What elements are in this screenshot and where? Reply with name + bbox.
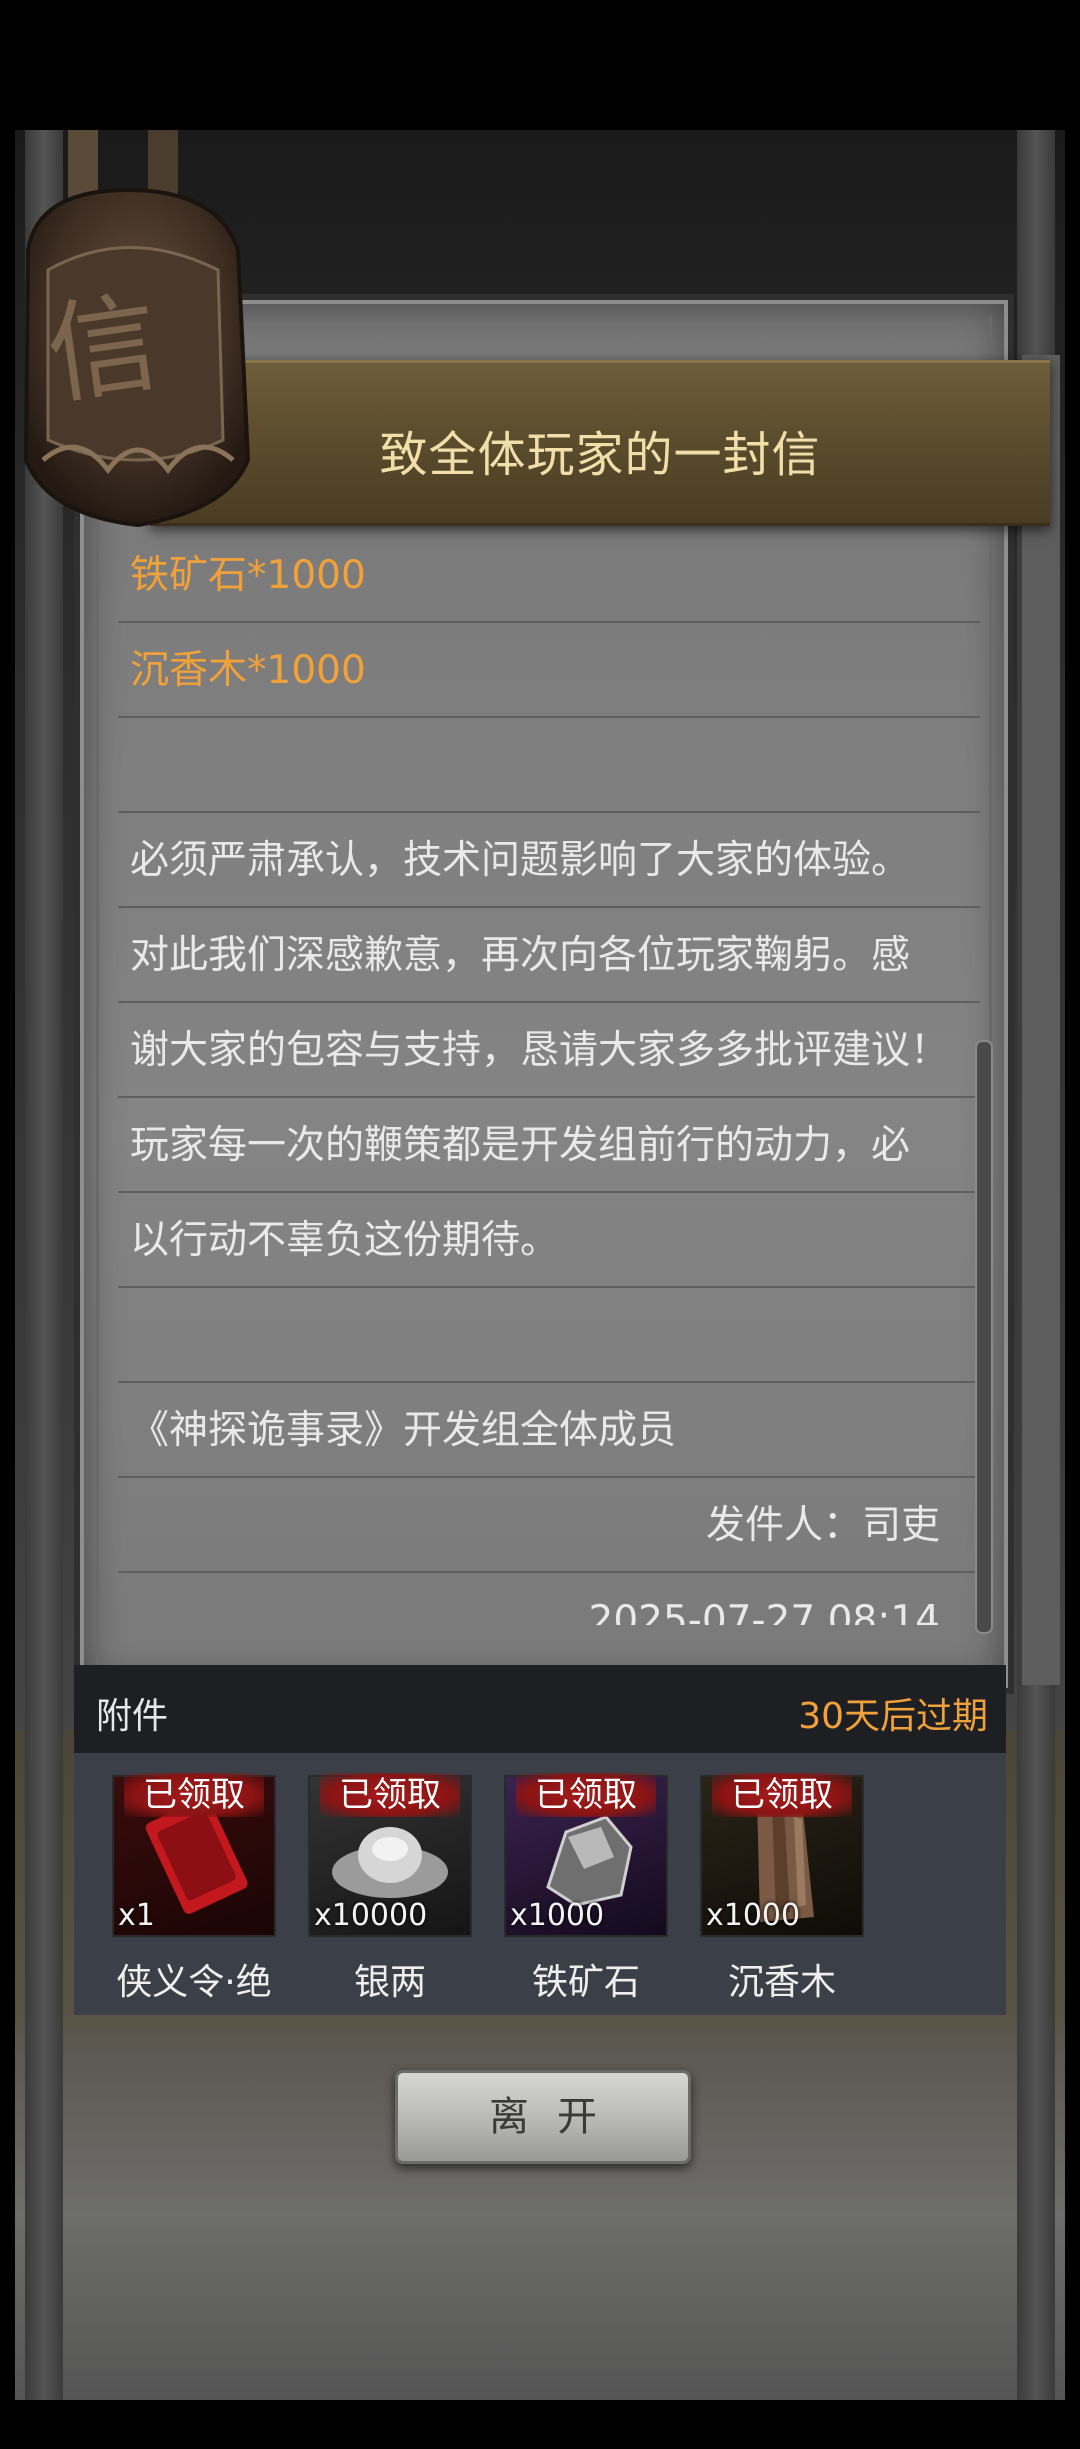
claimed-badge: 已领取	[516, 1773, 656, 1817]
item-name: 沉香木	[727, 1962, 836, 2003]
attachment-panel: 附件 30天后过期 x1 已领取 侠义令·绝 x10000 已领取 银两 x10…	[74, 1665, 1006, 2015]
letter-line: 沉香木*1000	[118, 623, 980, 718]
letter-line	[118, 718, 980, 813]
letter-line: 铁矿石*1000	[118, 550, 980, 623]
title-banner: 致全体玩家的一封信	[150, 360, 1050, 526]
letter-seal-icon: 信	[23, 130, 251, 528]
letter-sender: 发件人：司吏	[118, 1478, 980, 1573]
letter-date: 2025-07-27 08:14	[118, 1573, 980, 1625]
item-name: 侠义令·绝	[116, 1962, 272, 2003]
claimed-badge: 已领取	[320, 1773, 460, 1817]
letter-signature: 《神探诡事录》开发组全体成员	[118, 1383, 980, 1478]
letter-line	[118, 1288, 980, 1383]
item-count: x1	[118, 1898, 155, 1933]
attachment-header: 附件 30天后过期	[74, 1665, 1006, 1753]
claimed-badge: 已领取	[124, 1773, 264, 1817]
attachment-title: 附件	[96, 1696, 169, 1737]
letter-body[interactable]: 铁矿石*1000 沉香木*1000 必须严肃承认，技术问题影响了大家的体验。 对…	[118, 550, 980, 1625]
item-name: 铁矿石	[531, 1962, 640, 2003]
letter-line: 对此我们深感歉意，再次向各位玩家鞠躬。感	[118, 908, 980, 1003]
item-count: x1000	[510, 1898, 605, 1933]
item-count: x10000	[314, 1898, 428, 1933]
letter-title: 致全体玩家的一封信	[379, 427, 821, 483]
claimed-badge: 已领取	[712, 1773, 852, 1817]
letter-line: 玩家每一次的鞭策都是开发组前行的动力，必	[118, 1098, 980, 1193]
side-strip	[1019, 355, 1060, 1685]
letter-line: 以行动不辜负这份期待。	[118, 1193, 980, 1288]
seal-char: 信	[40, 278, 167, 420]
letter-line: 谢大家的包容与支持，恳请大家多多批评建议！	[118, 1003, 980, 1098]
expire-notice: 30天后过期	[798, 1696, 988, 1737]
letter-line: 必须严肃承认，技术问题影响了大家的体验。	[118, 813, 980, 908]
scrollbar[interactable]	[975, 1040, 993, 1634]
item-count: x1000	[706, 1898, 801, 1933]
leave-button[interactable]: 离开	[395, 2070, 691, 2164]
item-name: 银两	[353, 1962, 426, 2003]
